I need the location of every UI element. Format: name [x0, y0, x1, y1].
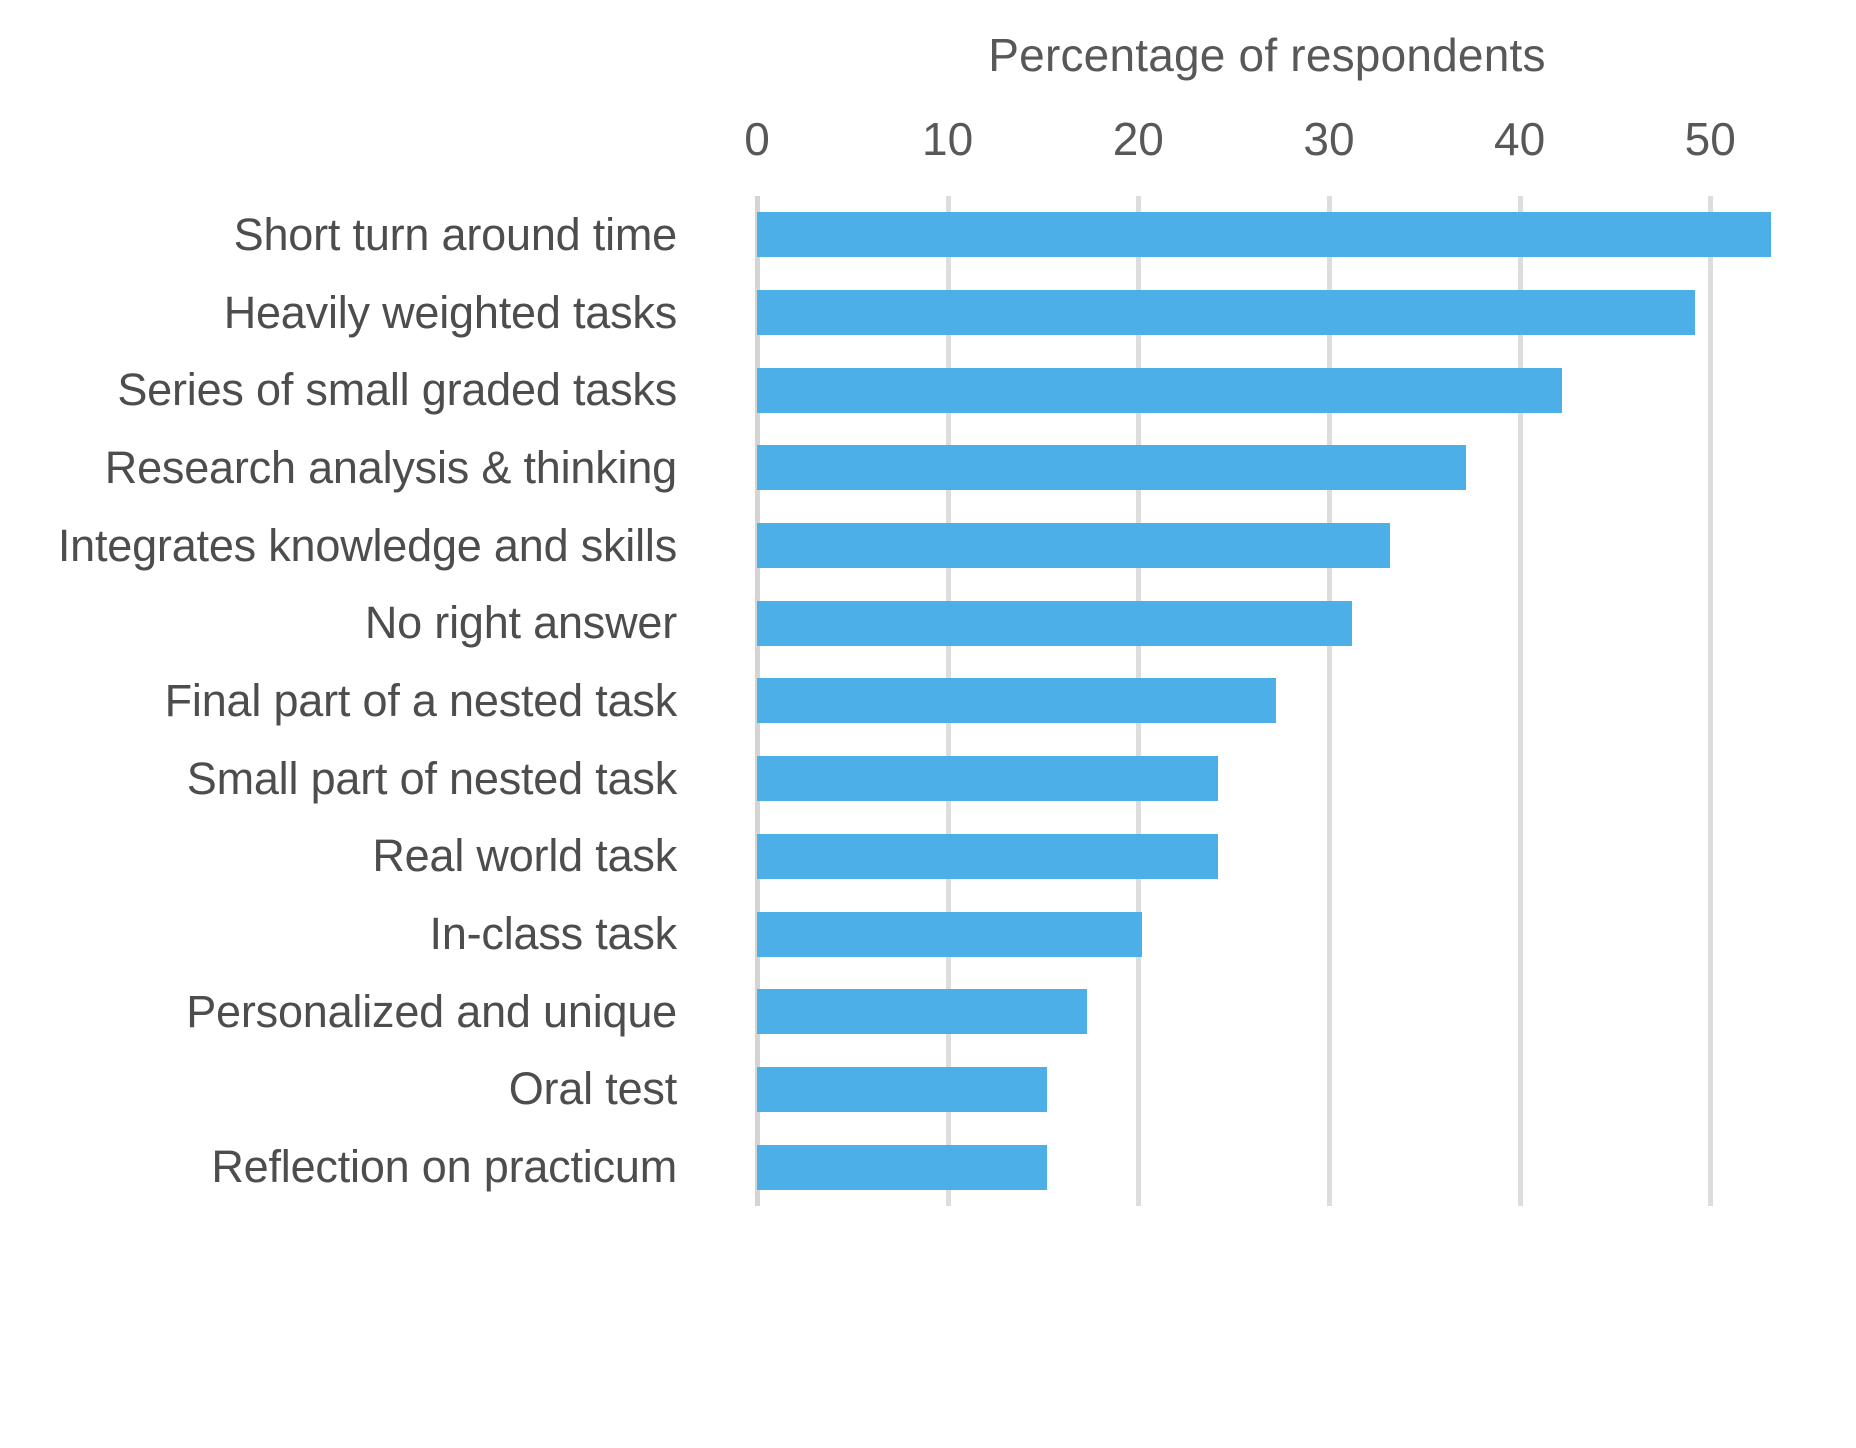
bar[interactable]	[757, 678, 1276, 724]
category-label: Research analysis & thinking	[104, 441, 677, 493]
bar-series	[757, 196, 1777, 1206]
x-axis-tick-labels: 0 10 20 30 40 50	[0, 110, 1856, 168]
bar[interactable]	[757, 290, 1696, 336]
bar[interactable]	[757, 833, 1219, 879]
bar-slot	[757, 740, 1219, 818]
bar[interactable]	[757, 212, 1772, 258]
bar-slot	[757, 895, 1143, 973]
x-tick-label: 30	[1303, 113, 1355, 165]
x-tick-label: 10	[922, 113, 974, 165]
category-label: Short turn around time	[233, 208, 678, 260]
bar-slot	[757, 1051, 1047, 1129]
category-label: Reflection on practicum	[211, 1141, 677, 1193]
bar-slot	[757, 351, 1562, 429]
bar[interactable]	[757, 911, 1143, 957]
bar[interactable]	[757, 1066, 1047, 1112]
bar[interactable]	[757, 600, 1352, 646]
y-axis-category-labels: Short turn around time Heavily weighted t…	[0, 196, 722, 1206]
bar-slot	[757, 429, 1467, 507]
bar-slot	[757, 818, 1219, 896]
category-label: Heavily weighted tasks	[223, 286, 678, 338]
bar[interactable]	[757, 756, 1219, 802]
bar-slot	[757, 1128, 1047, 1206]
category-label: Personalized and unique	[186, 985, 677, 1037]
category-label: No right answer	[364, 597, 677, 649]
category-label: Small part of nested task	[186, 752, 677, 804]
bar[interactable]	[757, 989, 1087, 1035]
category-label: Real world task	[372, 830, 677, 882]
x-tick-label: 20	[1112, 113, 1164, 165]
bar-slot	[757, 274, 1696, 352]
bar[interactable]	[757, 523, 1390, 569]
x-tick-label: 50	[1684, 113, 1736, 165]
x-tick-label: 40	[1494, 113, 1546, 165]
category-label: Integrates knowledge and skills	[57, 519, 677, 571]
category-label: In-class task	[429, 908, 678, 960]
x-tick-label: 0	[744, 113, 770, 165]
category-label: Oral test	[508, 1063, 677, 1115]
category-label: Series of small graded tasks	[117, 364, 677, 416]
x-axis-title: Percentage of respondents	[988, 29, 1546, 81]
bar-slot	[757, 584, 1352, 662]
bar-chart: Percentage of respondents 0 10 20 30 40 50 Sh…	[0, 0, 1856, 1448]
bar-slot	[757, 507, 1390, 585]
bar-slot	[757, 662, 1276, 740]
category-label: Final part of a nested task	[164, 674, 678, 726]
bar[interactable]	[757, 367, 1562, 413]
bar[interactable]	[757, 1144, 1047, 1190]
bar[interactable]	[757, 445, 1467, 491]
bar-slot	[757, 973, 1087, 1051]
bar-slot	[757, 196, 1772, 274]
plot-area	[755, 196, 1777, 1206]
